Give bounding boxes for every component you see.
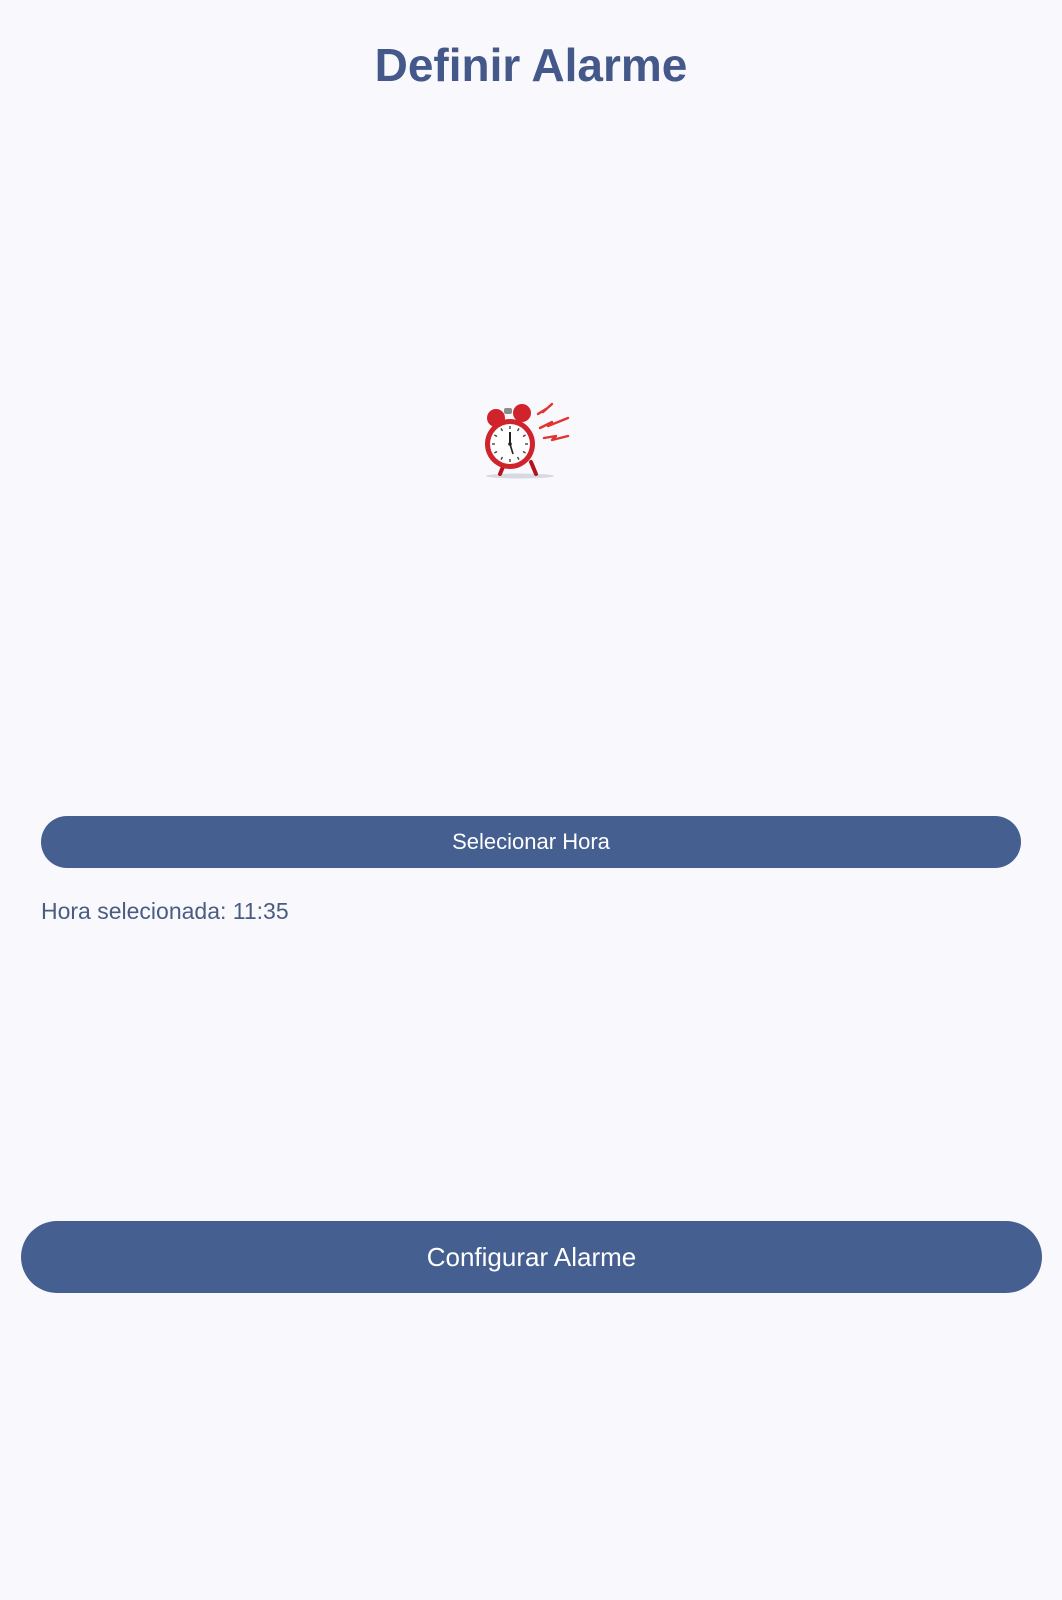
selected-time-label: Hora selecionada: 11:35 bbox=[41, 898, 289, 924]
select-time-button[interactable]: Selecionar Hora bbox=[41, 816, 1021, 868]
page-title: Definir Alarme bbox=[374, 39, 688, 91]
alarm-clock-illustration bbox=[478, 400, 588, 482]
configure-alarm-button[interactable]: Configurar Alarme bbox=[21, 1221, 1042, 1293]
alarm-clock-icon bbox=[485, 402, 570, 479]
